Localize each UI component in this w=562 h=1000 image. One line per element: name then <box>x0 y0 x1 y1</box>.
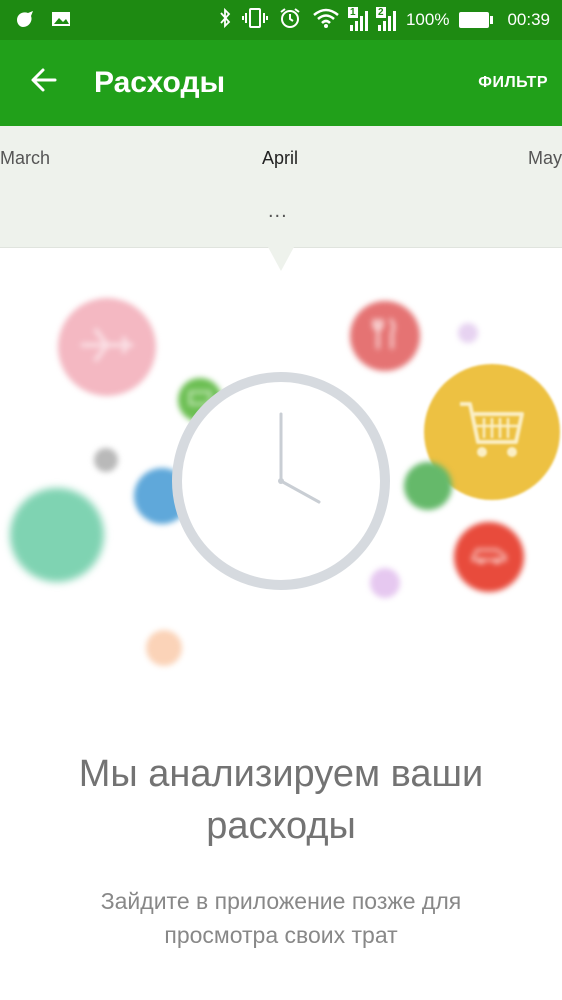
alarm-icon <box>278 7 302 34</box>
system-icons: 1 2 100% 00:39 <box>218 0 550 40</box>
month-previous[interactable]: March <box>0 148 50 169</box>
more-indicator: ... <box>268 200 288 222</box>
headline-line2: расходы <box>206 805 356 847</box>
teal-bubble <box>10 488 104 582</box>
car-bubble <box>454 522 524 592</box>
app-bar: Расходы ФИЛЬТР <box>0 40 562 126</box>
subtext-line1: Зайдите в приложение позже для <box>100 888 462 914</box>
travel-bubble <box>58 298 156 396</box>
sim2-label: 2 <box>375 7 386 18</box>
page-title: Расходы <box>94 66 226 99</box>
car-icon <box>471 544 507 571</box>
bluetooth-icon <box>218 7 232 34</box>
notification-icons <box>14 8 72 37</box>
status-bar: 1 2 100% 00:39 <box>0 0 562 40</box>
signal-sim2-icon: 2 <box>375 7 396 31</box>
green-bubble <box>404 462 452 510</box>
sim1-label: 1 <box>347 7 358 18</box>
arrow-left-icon <box>30 66 58 99</box>
selector-pointer <box>268 247 294 271</box>
month-next[interactable]: May <box>528 148 562 169</box>
back-button[interactable] <box>26 64 62 100</box>
wifi-icon <box>312 7 340 34</box>
filter-button[interactable]: ФИЛЬТР <box>478 74 548 92</box>
subtext: Зайдите в приложение позже для просмотра… <box>0 884 562 952</box>
small-peach-dot <box>146 630 182 666</box>
month-selector: March April May ... <box>0 126 562 248</box>
signal-sim1-icon: 1 <box>347 7 368 31</box>
cutlery-icon <box>370 317 400 356</box>
month-current[interactable]: April <box>262 148 298 169</box>
battery-percent: 100% <box>405 10 450 29</box>
bird-icon <box>14 8 36 37</box>
small-purple-dot <box>458 323 478 343</box>
image-icon <box>50 8 72 37</box>
airplane-icon <box>77 325 137 370</box>
battery-icon <box>459 12 494 28</box>
shopping-cart-icon <box>458 398 526 467</box>
subtext-line2: просмотра своих трат <box>164 922 398 948</box>
clock-icon <box>172 372 390 590</box>
headline: Мы анализируем ваши расходы <box>0 748 562 852</box>
vibrate-icon <box>241 7 268 34</box>
headline-line1: Мы анализируем ваши <box>78 753 484 795</box>
clock-time: 00:39 <box>507 10 550 29</box>
food-bubble <box>350 301 420 371</box>
small-gray-dot <box>94 448 118 472</box>
